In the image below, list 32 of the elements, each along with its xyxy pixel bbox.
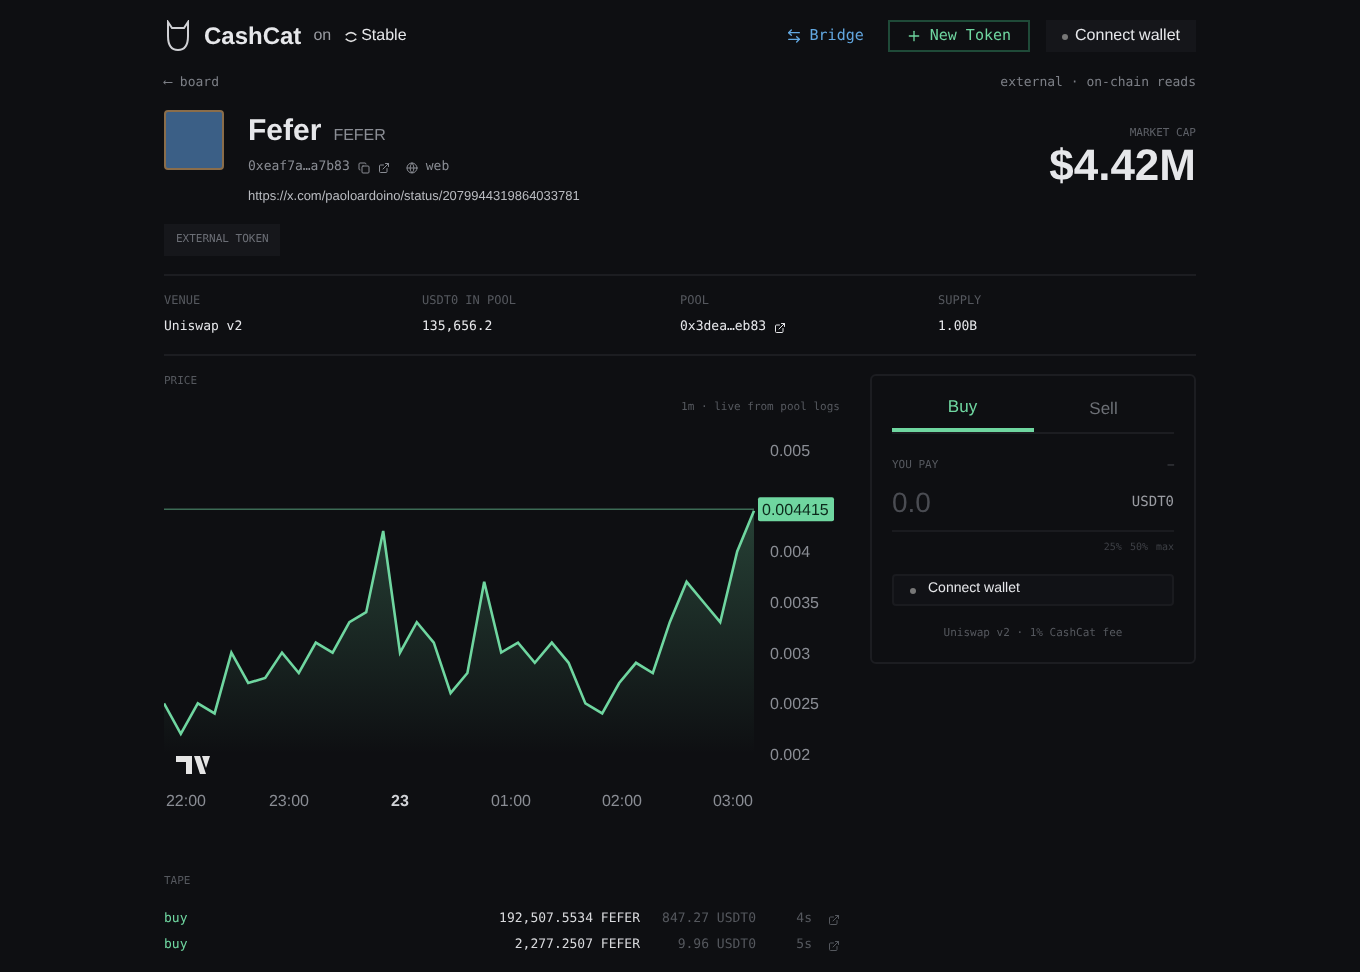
plus-icon [905, 28, 922, 44]
copy-icon[interactable] [357, 162, 370, 175]
x-tick-label: 23 [391, 792, 409, 810]
y-tick-label: 0.002 [770, 746, 811, 764]
trade-tab[interactable]: Buy [892, 387, 1033, 431]
token-image-placeholder [164, 109, 224, 170]
amount-field[interactable]: 0.0 [892, 481, 1052, 524]
x-tick-label: 22:00 [165, 792, 207, 810]
network-link[interactable]: Stable [343, 24, 407, 48]
token-symbol: FEFER [333, 123, 386, 148]
globe-icon [405, 162, 418, 175]
cat-logo-icon [164, 20, 192, 52]
y-tick-label: 0.005 [770, 442, 811, 460]
brand-on: on [313, 24, 332, 48]
chart-logo-icon [176, 756, 210, 774]
network-icon [343, 29, 358, 43]
x-tick-label: 01:00 [490, 792, 532, 810]
token-name: Fefer [248, 111, 322, 152]
y-tick-label: 0.004 [770, 543, 811, 562]
y-tick-label: 0.003 [770, 644, 811, 663]
x-tick-label: 03:00 [712, 792, 754, 810]
x-tick-label: 23:00 [268, 792, 310, 810]
y-tick-label: 0.0035 [770, 594, 819, 612]
y-tick-label: 0.0025 [770, 695, 819, 714]
market-cap-value: $4.42M [1049, 142, 1196, 190]
trade-tab[interactable]: Sell [1033, 387, 1174, 431]
brand-name: CashCat [204, 20, 302, 54]
connect-wallet-button[interactable]: Connect wallet [1045, 20, 1196, 52]
external-link-icon[interactable] [377, 162, 390, 175]
price-tag: 0.004415 [758, 497, 834, 522]
x-tick-label: 02:00 [601, 792, 643, 810]
swap-arrows-icon [785, 28, 802, 44]
